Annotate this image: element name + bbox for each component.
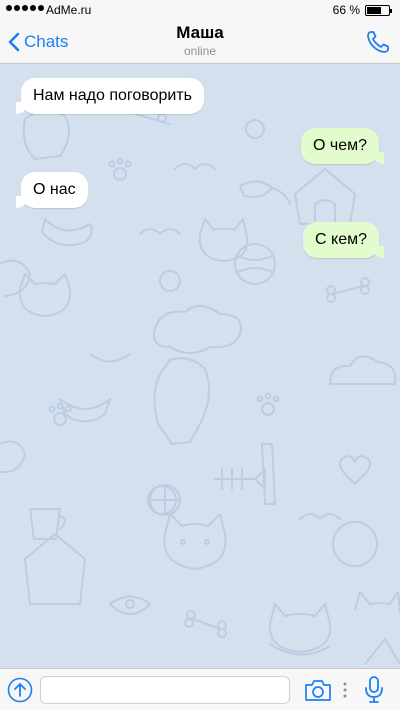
vertical-dots-icon[interactable]	[343, 682, 347, 698]
message-text: О нас	[33, 181, 76, 198]
signal-strength-icon	[6, 5, 44, 11]
battery-icon	[365, 5, 392, 16]
composer-bar	[0, 668, 400, 710]
contact-status: online	[183, 44, 217, 58]
chevron-left-icon	[8, 32, 20, 52]
battery-percent: 66 %	[332, 3, 360, 17]
contact-name: Маша	[176, 23, 224, 42]
carrier-name: AdMe.ru	[46, 3, 92, 17]
phone-icon[interactable]	[364, 28, 392, 56]
message-text: Нам надо поговорить	[33, 87, 192, 104]
status-bar: AdMe.ru 66 %	[0, 0, 400, 20]
message-bubble-incoming[interactable]: О нас	[16, 172, 88, 208]
message-text: С кем?	[315, 231, 367, 248]
message-bubble-outgoing[interactable]: С кем?	[303, 222, 384, 258]
microphone-icon[interactable]	[363, 676, 385, 704]
contact-info[interactable]: Маша online	[100, 22, 300, 58]
chat-header: Chats Маша online	[0, 20, 400, 64]
message-bubble-outgoing[interactable]: О чем?	[300, 128, 385, 164]
back-label: Chats	[24, 32, 69, 51]
message-input[interactable]	[40, 676, 290, 704]
message-list[interactable]: Нам надо поговорить О чем? О нас С кем?	[0, 64, 400, 668]
attach-arrow-up-icon[interactable]	[7, 677, 33, 703]
back-button[interactable]: Chats	[8, 28, 68, 56]
message-bubble-incoming[interactable]: Нам надо поговорить	[16, 78, 204, 114]
camera-icon[interactable]	[304, 678, 332, 702]
message-text: О чем?	[312, 137, 367, 154]
